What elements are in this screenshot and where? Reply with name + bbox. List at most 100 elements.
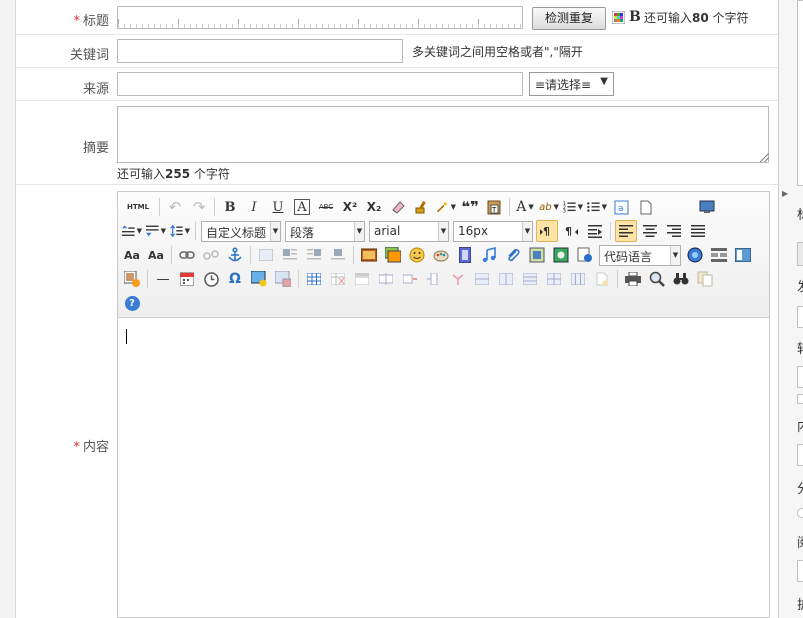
image-none-icon[interactable] <box>255 244 277 266</box>
check-duplicate-button[interactable]: 检测重复 <box>532 7 606 30</box>
sidebar-checkbox[interactable] <box>797 394 803 404</box>
word-image-icon[interactable] <box>121 268 143 290</box>
print-icon[interactable] <box>622 268 644 290</box>
rtl-direction-icon[interactable]: ¶ <box>560 220 582 242</box>
blockquote-button[interactable]: ❝❞ <box>459 196 481 218</box>
insert-col-icon[interactable] <box>423 268 445 290</box>
font-family-select[interactable]: arial ▼ <box>369 220 449 242</box>
sidebar-input[interactable] <box>797 444 803 466</box>
custom-title-select[interactable]: 自定义标题 ▼ <box>201 220 281 242</box>
fullscreen-icon[interactable] <box>696 196 718 218</box>
indent-icon[interactable] <box>584 220 606 242</box>
code-language-select[interactable]: 代码语言 ▼ <box>599 244 681 266</box>
split-cells-icon[interactable] <box>591 268 613 290</box>
attachment-icon[interactable] <box>502 244 524 266</box>
image-right-icon[interactable] <box>303 244 325 266</box>
merge-right-icon[interactable] <box>495 268 517 290</box>
title-input[interactable] <box>117 6 523 29</box>
preview-icon[interactable] <box>646 268 668 290</box>
insert-frame-icon[interactable] <box>526 244 548 266</box>
background-icon[interactable] <box>732 244 754 266</box>
font-border-button[interactable]: A <box>291 196 313 218</box>
insert-image-icon[interactable] <box>358 244 380 266</box>
auto-typeset-icon[interactable]: ▼ <box>435 196 457 218</box>
calendar-icon[interactable] <box>176 268 198 290</box>
align-center-icon[interactable] <box>639 220 661 242</box>
undo-icon[interactable]: ↶ <box>164 196 186 218</box>
link-icon[interactable] <box>176 244 198 266</box>
insert-table-icon[interactable] <box>303 268 325 290</box>
split-to-cols-icon[interactable] <box>567 268 589 290</box>
help-icon[interactable]: ? <box>121 292 143 314</box>
resize-grip-icon[interactable] <box>760 153 769 162</box>
row-spacing-top-icon[interactable]: ▼ <box>121 220 143 242</box>
uppercase-icon[interactable]: Aа <box>121 244 143 266</box>
font-size-select[interactable]: 16px ▼ <box>453 220 533 242</box>
ordered-list-icon[interactable]: 1 2 3 ▼ <box>562 196 584 218</box>
keywords-input[interactable] <box>117 39 403 63</box>
paragraph-select[interactable]: 段落 ▼ <box>285 220 365 242</box>
eraser-icon[interactable] <box>387 196 409 218</box>
strikethrough-button[interactable]: ABC <box>315 196 337 218</box>
sidebar-button[interactable] <box>797 242 803 266</box>
select-all-icon[interactable]: a <box>610 196 632 218</box>
delete-table-icon[interactable] <box>327 268 349 290</box>
sidebar-radio[interactable] <box>797 508 803 518</box>
row-spacing-bottom-icon[interactable]: ▼ <box>145 220 167 242</box>
page-break-icon[interactable] <box>574 244 596 266</box>
image-center-icon[interactable] <box>327 244 349 266</box>
insert-code-icon[interactable] <box>550 244 572 266</box>
html-source-button[interactable]: HTML <box>121 196 155 218</box>
source-select[interactable]: ≡请选择≡ ▼ <box>529 72 614 96</box>
unordered-list-icon[interactable]: ▼ <box>586 196 608 218</box>
align-justify-icon[interactable] <box>687 220 709 242</box>
unlink-icon[interactable] <box>200 244 222 266</box>
split-to-rows-icon[interactable] <box>543 268 565 290</box>
superscript-button[interactable]: X² <box>339 196 361 218</box>
clock-icon[interactable] <box>200 268 222 290</box>
editor-content-area[interactable] <box>118 319 769 617</box>
emotion-icon[interactable] <box>406 244 428 266</box>
source-input[interactable] <box>117 72 523 96</box>
underline-button[interactable]: U <box>267 196 289 218</box>
insert-row-before-icon[interactable] <box>375 268 397 290</box>
sidebar-input[interactable] <box>797 366 803 388</box>
summary-textarea[interactable] <box>117 106 769 163</box>
merge-cells-icon[interactable] <box>471 268 493 290</box>
scrawl-icon[interactable] <box>430 244 452 266</box>
forecolor-button[interactable]: A ▼ <box>514 196 536 218</box>
template-icon[interactable] <box>708 244 730 266</box>
color-palette-icon[interactable] <box>611 10 626 25</box>
paste-plain-icon[interactable]: T <box>483 196 505 218</box>
bold-button[interactable]: B <box>219 196 241 218</box>
backcolor-button[interactable]: ab ▼ <box>538 196 560 218</box>
search-replace-icon[interactable] <box>670 268 692 290</box>
special-char-button[interactable]: Ω <box>224 268 246 290</box>
table-caption-icon[interactable] <box>351 268 373 290</box>
insert-row-after-icon[interactable] <box>399 268 421 290</box>
snapscreen-icon[interactable] <box>272 268 294 290</box>
music-icon[interactable] <box>478 244 500 266</box>
merge-down-icon[interactable] <box>519 268 541 290</box>
multi-image-icon[interactable] <box>382 244 404 266</box>
align-left-icon[interactable] <box>615 220 637 242</box>
align-right-icon[interactable] <box>663 220 685 242</box>
insert-image-frame-icon[interactable] <box>248 268 270 290</box>
delete-col-icon[interactable] <box>447 268 469 290</box>
drafts-icon[interactable] <box>694 268 716 290</box>
bold-title-icon[interactable]: B <box>629 9 641 25</box>
italic-button[interactable]: I <box>243 196 265 218</box>
insert-video-icon[interactable] <box>454 244 476 266</box>
subscript-button[interactable]: X₂ <box>363 196 385 218</box>
format-brush-icon[interactable] <box>411 196 433 218</box>
collapse-arrow-icon[interactable]: ▶ <box>782 189 788 198</box>
sidebar-input[interactable] <box>797 306 803 328</box>
lowercase-icon[interactable]: Aа <box>145 244 167 266</box>
line-height-icon[interactable]: ▼ <box>169 220 191 242</box>
redo-icon[interactable]: ↷ <box>188 196 210 218</box>
map-icon[interactable] <box>684 244 706 266</box>
image-left-icon[interactable] <box>279 244 301 266</box>
anchor-icon[interactable] <box>224 244 246 266</box>
ltr-direction-icon[interactable]: ¶ <box>536 220 558 242</box>
horizontal-rule-button[interactable]: — <box>152 268 174 290</box>
